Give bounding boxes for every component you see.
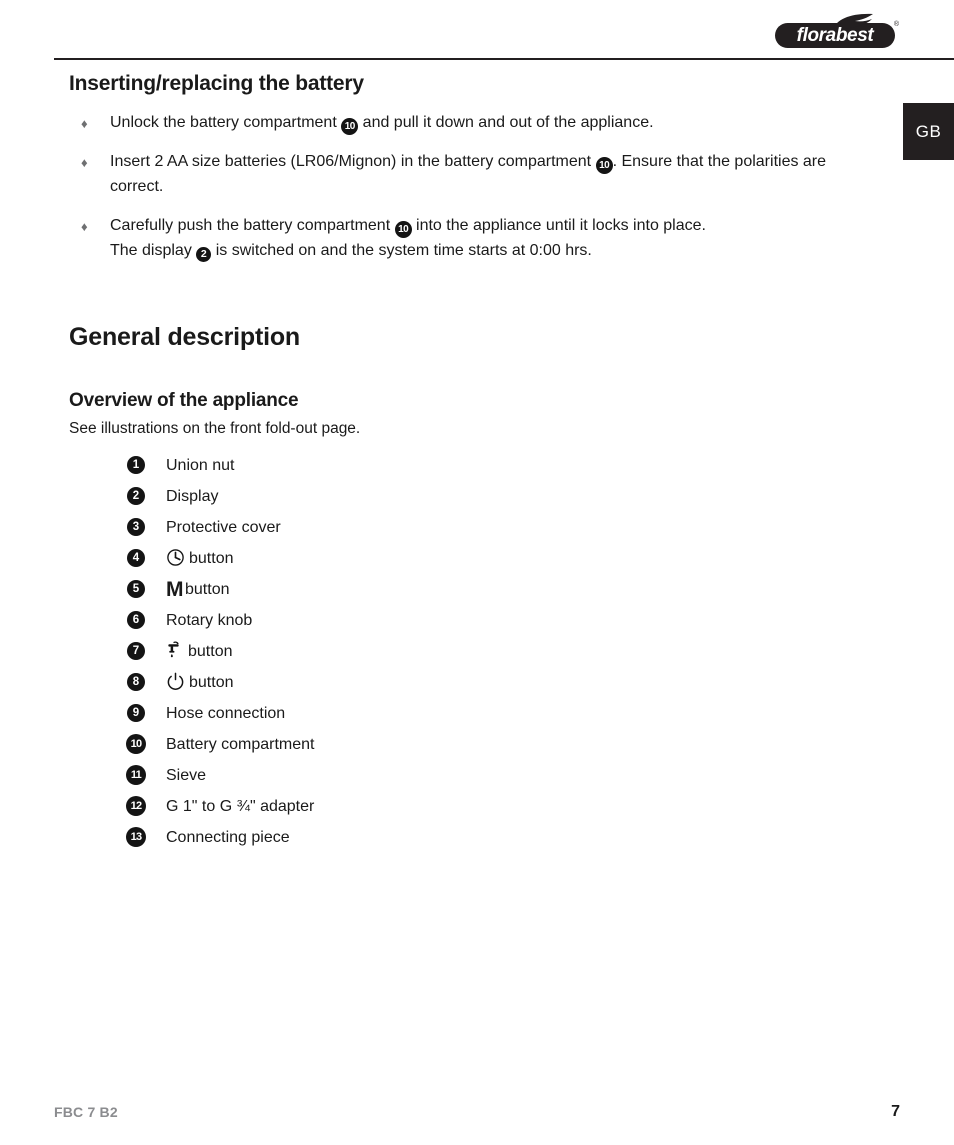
registered-mark: ® bbox=[893, 21, 899, 28]
bullet-text-3-second-line: The display 2 is switched on and the sys… bbox=[110, 242, 592, 262]
footer-page-number: 7 bbox=[891, 1103, 900, 1120]
language-tab-label: GB bbox=[915, 121, 942, 141]
part-number-badge: 2 bbox=[127, 487, 145, 505]
part-label: Battery compartment bbox=[166, 736, 315, 753]
brand-logo: florabest ® bbox=[775, 13, 899, 48]
bullet-text-3: Carefully push the battery compartment 1… bbox=[110, 217, 706, 238]
list-item: ♦ Carefully push the battery compartment… bbox=[69, 213, 869, 263]
part-reference-badge: 10 bbox=[394, 221, 412, 238]
diamond-bullet-icon: ♦ bbox=[81, 219, 88, 234]
diamond-bullet-icon: ♦ bbox=[81, 116, 88, 131]
part-number-badge: 9 bbox=[127, 704, 145, 722]
part-number-badge: 5 bbox=[127, 580, 145, 598]
brand-name: florabest bbox=[796, 25, 874, 46]
battery-instruction-list: ♦ Unlock the battery compartment 10 and … bbox=[69, 110, 869, 263]
list-item: 10 Battery compartment bbox=[69, 729, 869, 760]
clock-icon bbox=[167, 549, 184, 566]
part-number-badge: 11 bbox=[126, 765, 146, 785]
list-item: 13 Connecting piece bbox=[69, 822, 869, 853]
diamond-bullet-icon: ♦ bbox=[81, 155, 88, 170]
part-number-badge: 12 bbox=[126, 796, 146, 816]
manual-page: florabest ® GB Inserting/replacing the b… bbox=[0, 0, 954, 1145]
part-label: button bbox=[189, 674, 234, 691]
power-icon bbox=[167, 672, 184, 690]
part-number-badge: 13 bbox=[126, 827, 146, 847]
part-label: Sieve bbox=[166, 767, 207, 784]
part-label: Display bbox=[166, 488, 219, 505]
parts-list: 1 Union nut 2 Display 3 Protective cover 4 butt… bbox=[69, 450, 869, 853]
part-label: button bbox=[189, 550, 234, 567]
part-number-badge: 4 bbox=[127, 549, 145, 567]
list-item: 3 Protective cover bbox=[69, 512, 869, 543]
letter-m-glyph: M bbox=[166, 578, 184, 601]
footer-model-number: FBC 7 B2 bbox=[54, 1104, 118, 1120]
list-item: 6 Rotary knob bbox=[69, 605, 869, 636]
part-reference-badge: 2 bbox=[196, 247, 212, 262]
list-item: 11 Sieve bbox=[69, 760, 869, 791]
subsection-spacer bbox=[69, 366, 869, 390]
part-label: button bbox=[188, 643, 233, 660]
faucet-drop-icon bbox=[168, 641, 179, 658]
part-label: Rotary knob bbox=[166, 612, 253, 629]
list-item: 1 Union nut bbox=[69, 450, 869, 481]
list-item: 4 button bbox=[69, 543, 869, 574]
bullet-text-2: Insert 2 AA size batteries (LR06/Mignon)… bbox=[110, 153, 827, 195]
part-label: Protective cover bbox=[166, 519, 281, 536]
part-number-badge: 3 bbox=[127, 518, 145, 536]
list-item: ♦ Insert 2 AA size batteries (LR06/Migno… bbox=[69, 149, 869, 199]
part-number-badge: 10 bbox=[126, 734, 146, 754]
page-content: Inserting/replacing the battery ♦ Unlock… bbox=[69, 72, 869, 853]
part-number-badge: 8 bbox=[127, 673, 145, 691]
section-heading-battery: Inserting/replacing the battery bbox=[69, 72, 364, 95]
overview-note: See illustrations on the front fold-out … bbox=[69, 420, 361, 437]
list-item: 2 Display bbox=[69, 481, 869, 512]
part-reference-badge: 10 bbox=[341, 118, 359, 135]
part-number-badge: 6 bbox=[127, 611, 145, 629]
section-heading-general-description: General description bbox=[69, 323, 300, 351]
list-item: 8 button bbox=[69, 667, 869, 698]
header-divider bbox=[54, 58, 954, 60]
language-tab-gb: GB bbox=[903, 103, 954, 160]
part-label: Connecting piece bbox=[166, 829, 290, 846]
list-item: 5 Mbutton bbox=[69, 574, 869, 605]
part-label: Hose connection bbox=[166, 705, 286, 722]
part-number-badge: 1 bbox=[127, 456, 145, 474]
part-label: G 1" to G ¾" adapter bbox=[166, 798, 315, 815]
list-item: 9 Hose connection bbox=[69, 698, 869, 729]
part-label: Union nut bbox=[166, 457, 235, 474]
subsection-heading-overview: Overview of the appliance bbox=[69, 390, 299, 411]
list-item: 7 button bbox=[69, 636, 869, 667]
list-item: ♦ Unlock the battery compartment 10 and … bbox=[69, 110, 869, 135]
part-number-badge: 7 bbox=[127, 642, 145, 660]
part-reference-badge: 10 bbox=[595, 157, 613, 174]
list-item: 12 G 1" to G ¾" adapter bbox=[69, 791, 869, 822]
bullet-text-1: Unlock the battery compartment 10 and pu… bbox=[110, 114, 654, 135]
part-label: button bbox=[185, 581, 230, 598]
